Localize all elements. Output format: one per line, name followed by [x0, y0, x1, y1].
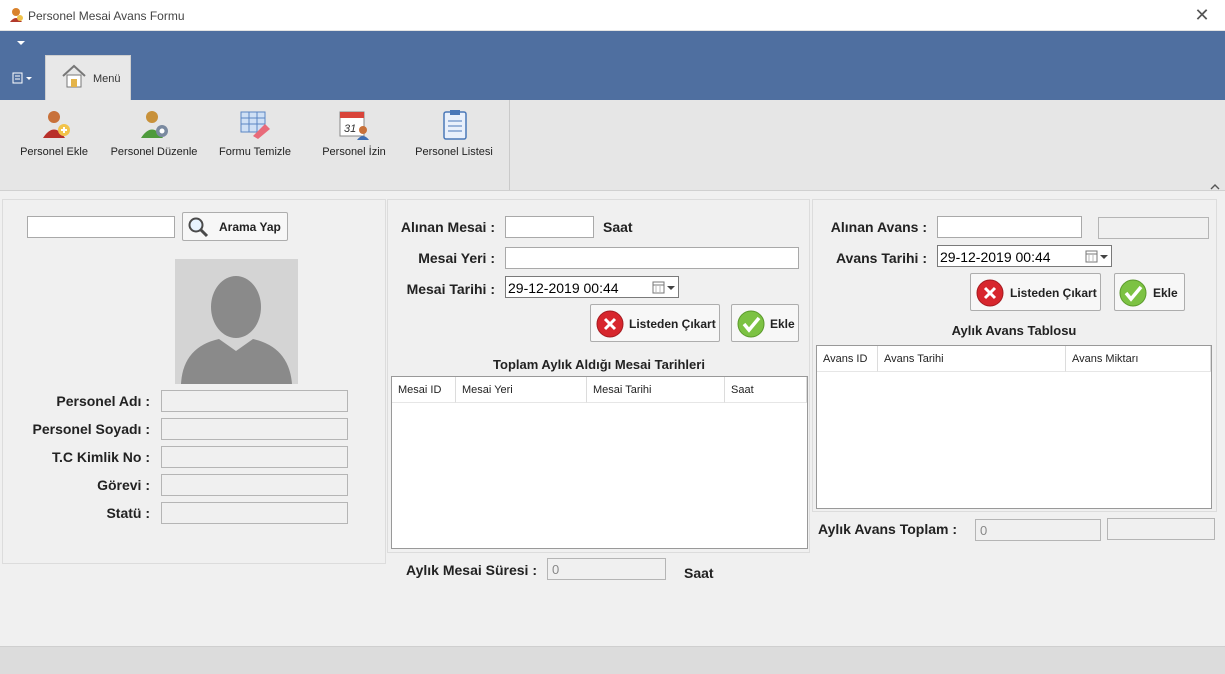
calendar-dropdown-icon[interactable] [1085, 250, 1109, 263]
avans-col-id[interactable]: Avans ID [817, 346, 878, 372]
personel-ekle-button[interactable]: Personel Ekle [18, 106, 90, 166]
checkmark-icon [1119, 279, 1147, 307]
home-icon [62, 64, 86, 88]
personel-duzenle-label: Personel Düzenle [110, 146, 198, 158]
remove-icon [596, 310, 624, 338]
personel-duzenle-button[interactable]: Personel Düzenle [110, 106, 198, 166]
personel-listesi-button[interactable]: Personel Listesi [412, 106, 496, 166]
remove-icon [976, 279, 1004, 307]
mesai-tarihi-label: Mesai Tarihi : [406, 281, 495, 297]
mesai-col-tarihi[interactable]: Mesai Tarihi [587, 377, 725, 403]
calendar-dropdown-icon[interactable] [652, 281, 676, 294]
mesai-tarihi-value: 29-12-2019 00:44 [508, 280, 619, 296]
status-bar [0, 646, 1225, 674]
tc-kimlik-label: T.C Kimlik No : [51, 449, 150, 465]
mesai-listeden-cikart-button[interactable]: Listeden Çıkart [590, 304, 720, 342]
mesai-col-saat[interactable]: Saat [725, 377, 807, 403]
collapse-ribbon-icon[interactable] [1210, 183, 1220, 190]
avatar [175, 259, 298, 384]
avans-tarihi-value: 29-12-2019 00:44 [940, 249, 1051, 265]
aylik-avans-toplam-field [975, 519, 1101, 541]
tc-kimlik-field [161, 446, 348, 468]
mesai-table[interactable]: Mesai ID Mesai Yeri Mesai Tarihi Saat [391, 376, 808, 549]
personel-izin-button[interactable]: 31 Personel İzin [318, 106, 390, 166]
mesai-ekle-button[interactable]: Ekle [731, 304, 799, 342]
tab-menu-label: Menü [93, 73, 121, 85]
aylik-mesai-suresi-label: Aylık Mesai Süresi : [406, 562, 537, 578]
checkmark-icon [737, 310, 765, 338]
personel-adi-field [161, 390, 348, 412]
mesai-table-title: Toplam Aylık Aldığı Mesai Tarihleri [493, 357, 705, 372]
eraser-icon [240, 111, 270, 139]
app-icon [10, 8, 23, 22]
avans-tarihi-label: Avans Tarihi : [835, 250, 927, 266]
avans-tarihi-picker[interactable]: 29-12-2019 00:44 [937, 245, 1112, 267]
svg-text:31: 31 [344, 123, 356, 135]
formu-temizle-button[interactable]: Formu Temizle [215, 106, 295, 166]
avans-ekle-button[interactable]: Ekle [1114, 273, 1185, 311]
aylik-avans-toplam-extra [1107, 518, 1215, 540]
personel-soyadi-label: Personel Soyadı : [32, 421, 150, 437]
personel-ekle-label: Personel Ekle [20, 146, 88, 158]
alinan-avans-input[interactable] [937, 216, 1082, 238]
avans-table[interactable]: Avans ID Avans Tarihi Avans Miktarı [816, 345, 1212, 509]
quick-access-dropdown-icon[interactable] [16, 40, 26, 46]
edit-person-icon [141, 111, 168, 138]
search-button[interactable]: Arama Yap [182, 212, 288, 241]
magnifier-icon [188, 217, 209, 238]
statu-label: Statü : [106, 505, 150, 521]
app-menu-icon[interactable] [12, 71, 34, 85]
aylik-mesai-unit: Saat [684, 565, 714, 581]
statu-field [161, 502, 348, 524]
aylik-avans-toplam-label: Aylık Avans Toplam : [818, 521, 957, 537]
aylik-mesai-suresi-field [547, 558, 666, 580]
gorevi-field [161, 474, 348, 496]
avans-table-title: Aylık Avans Tablosu [951, 323, 1077, 338]
close-icon[interactable]: ✕ [1193, 6, 1211, 24]
alinan-mesai-input[interactable] [505, 216, 594, 238]
clipboard-icon [443, 110, 467, 140]
personel-soyadi-field [161, 418, 348, 440]
mesai-tarihi-picker[interactable]: 29-12-2019 00:44 [505, 276, 679, 298]
mesai-yeri-input[interactable] [505, 247, 799, 269]
window-title: Personel Mesai Avans Formu [28, 9, 185, 23]
alinan-mesai-label: Alınan Mesai : [400, 219, 495, 235]
gorevi-label: Görevi : [97, 477, 150, 493]
mesai-ekle-label: Ekle [770, 317, 795, 331]
mesai-col-id[interactable]: Mesai ID [392, 377, 456, 403]
avans-extra-field [1098, 217, 1209, 239]
add-person-icon [43, 111, 70, 138]
formu-temizle-label: Formu Temizle [219, 146, 291, 158]
calendar-person-icon: 31 [339, 111, 369, 140]
mesai-unit-label: Saat [603, 219, 633, 235]
mesai-col-yeri[interactable]: Mesai Yeri [456, 377, 587, 403]
alinan-avans-label: Alınan Avans : [830, 219, 927, 235]
avans-col-tarihi[interactable]: Avans Tarihi [878, 346, 1066, 372]
personel-listesi-label: Personel Listesi [415, 146, 493, 158]
avans-ekle-label: Ekle [1153, 286, 1178, 300]
tab-menu[interactable]: Menü [45, 55, 131, 100]
avans-listeden-cikart-label: Listeden Çıkart [1010, 286, 1097, 300]
mesai-listeden-cikart-label: Listeden Çıkart [629, 317, 716, 331]
search-input[interactable] [27, 216, 175, 238]
avans-col-miktari[interactable]: Avans Miktarı [1066, 346, 1211, 372]
personel-adi-label: Personel Adı : [56, 393, 150, 409]
ribbon-group-separator [509, 100, 510, 190]
personel-izin-label: Personel İzin [322, 146, 386, 158]
title-bar: Personel Mesai Avans Formu ✕ [0, 0, 1225, 31]
ribbon-header [0, 31, 1225, 100]
search-button-label: Arama Yap [219, 220, 281, 234]
avans-listeden-cikart-button[interactable]: Listeden Çıkart [970, 273, 1101, 311]
mesai-yeri-label: Mesai Yeri : [418, 250, 495, 266]
